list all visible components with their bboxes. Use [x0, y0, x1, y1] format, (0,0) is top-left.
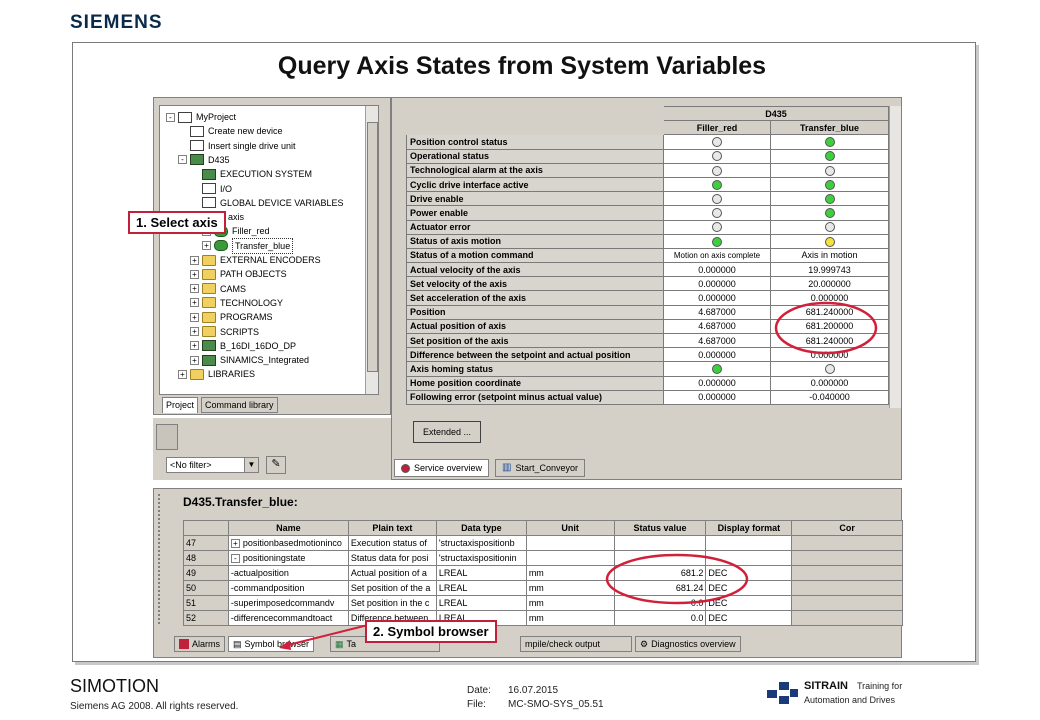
callout-arrow — [283, 624, 369, 647]
sitrain-tagline: Training for — [857, 681, 903, 691]
copyright: Siemens AG 2008. All rights reserved. — [70, 701, 239, 712]
highlight-ellipse-values — [605, 553, 749, 605]
date-label: Date: — [467, 685, 491, 696]
sitrain-label: SITRAIN — [804, 680, 848, 692]
arrow-head — [279, 640, 291, 650]
callout-symbol-browser: 2. Symbol browser — [365, 620, 497, 643]
sitrain-tagline-2: Automation and Drives — [804, 695, 896, 705]
file-value: MC-SMO-SYS_05.51 — [508, 699, 604, 710]
callout-select-axis: 1. Select axis — [128, 211, 226, 234]
sitrain-logo-icon — [767, 682, 798, 704]
highlight-ellipse-status — [774, 301, 878, 355]
annotation-overlay — [279, 301, 878, 650]
product-name: SIMOTION — [70, 676, 159, 696]
date-value: 16.07.2015 — [508, 685, 559, 696]
file-label: File: — [467, 699, 486, 710]
